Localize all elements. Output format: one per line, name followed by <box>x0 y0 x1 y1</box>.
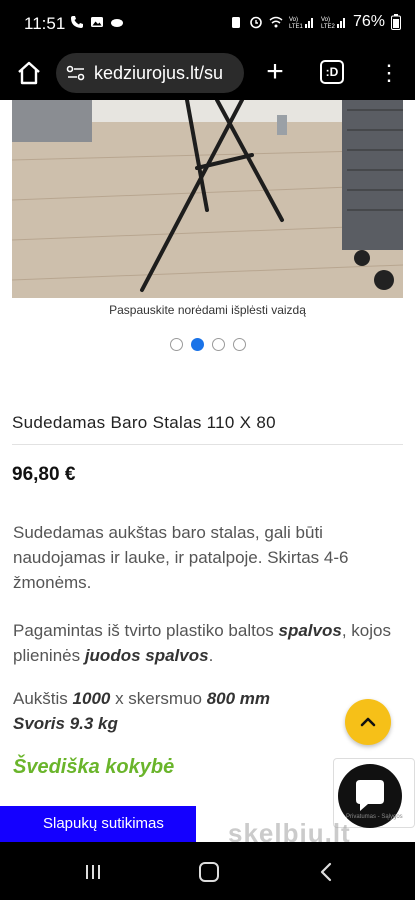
product-material: Pagamintas iš tvirto plastiko baltos spa… <box>13 618 398 668</box>
height-value: 1000 <box>72 689 111 708</box>
home-nav-icon[interactable] <box>199 862 219 882</box>
svg-text:LTE1: LTE1 <box>289 24 304 29</box>
cloud-icon <box>111 19 123 27</box>
system-nav-bar <box>0 842 415 900</box>
wifi-icon <box>269 16 283 28</box>
battery-percent: 76% <box>352 13 385 30</box>
product-photo <box>12 100 403 298</box>
product-description: Sudedamas aukštas baro stalas, gali būti… <box>13 523 349 592</box>
gallery-dot-1[interactable] <box>169 338 183 351</box>
new-tab-icon[interactable]: + <box>258 56 292 90</box>
back-icon[interactable] <box>318 862 334 882</box>
divider <box>12 444 403 445</box>
notification-icons <box>70 15 124 29</box>
battery-saver-icon <box>231 17 240 28</box>
material-bold-1: spalvos <box>278 621 342 640</box>
product-image[interactable] <box>12 100 403 298</box>
material-suffix: . <box>208 646 214 665</box>
address-bar[interactable]: kedziurojus.lt/su <box>56 53 244 93</box>
call-icon <box>71 16 83 28</box>
web-page: Paspauskite norėdami išplėsti vaizdą Sud… <box>0 100 415 842</box>
status-bar: 11:51 Vo) LTE1 Vo) LTE2 76% <box>0 0 415 46</box>
chevron-up-icon <box>360 717 376 727</box>
status-time: 11:51 <box>24 14 66 33</box>
site-settings-icon[interactable] <box>66 65 86 81</box>
material-bold-2: juodos spalvos <box>84 646 209 665</box>
status-right: Vo) LTE1 Vo) LTE2 76% <box>229 13 401 31</box>
tab-switcher-button[interactable]: :D <box>320 60 344 84</box>
signal-sim1-icon: Vo)LTE1 <box>289 17 313 29</box>
image-icon <box>91 17 103 27</box>
scroll-to-top-button[interactable] <box>345 699 391 745</box>
product-dimensions: Aukštis 1000 x skersmuo 800 mm Svoris 9.3… <box>13 686 398 736</box>
svg-text:Vo): Vo) <box>321 17 330 23</box>
material-prefix: Pagamintas iš tvirto plastiko baltos <box>13 621 279 640</box>
recent-apps-icon[interactable] <box>84 864 102 880</box>
diameter-value: 800 mm <box>206 689 271 708</box>
svg-text:Vo): Vo) <box>289 17 298 23</box>
gallery-pagination <box>0 338 415 351</box>
signal-sim2-icon: Vo)LTE2 <box>321 17 345 29</box>
diameter-label: x skersmuo <box>110 689 207 708</box>
quality-label: Švediška kokybė <box>13 756 175 778</box>
recaptcha-text[interactable]: Privatumas - Sąlygos <box>346 814 403 820</box>
product-weight: Svoris 9.3 kg <box>13 714 118 733</box>
gallery-dot-4[interactable] <box>232 338 246 351</box>
product-price: 96,80 € <box>12 464 76 485</box>
gallery-dot-3[interactable] <box>211 338 225 351</box>
product-title: Sudedamas Baro Stalas 110 X 80 <box>12 413 276 432</box>
battery-icon <box>391 14 401 30</box>
svg-text:LTE2: LTE2 <box>321 24 336 29</box>
home-icon[interactable] <box>14 58 44 88</box>
watermark: skelbiu.lt <box>228 818 351 842</box>
browser-toolbar: kedziurojus.lt/su + :D ⋮ <box>0 46 415 100</box>
image-caption: Paspauskite norėdami išplėsti vaizdą <box>109 303 306 317</box>
url-text[interactable]: kedziurojus.lt/su <box>94 63 223 84</box>
gallery-dot-2[interactable] <box>190 338 204 351</box>
cookie-consent-button[interactable]: Slapukų sutikimas <box>0 806 196 842</box>
height-label: Aukštis <box>13 689 73 708</box>
more-menu-icon[interactable]: ⋮ <box>378 60 400 86</box>
alarm-icon <box>250 16 262 29</box>
